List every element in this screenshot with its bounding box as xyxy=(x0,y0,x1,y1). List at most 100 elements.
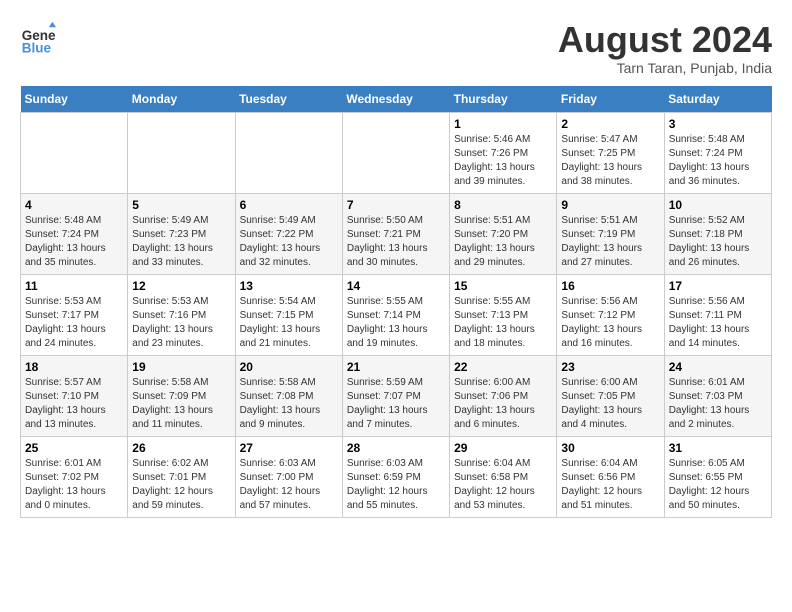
calendar-cell: 15 Sunrise: 5:55 AM Sunset: 7:13 PM Dayli… xyxy=(450,274,557,355)
day-info: Sunrise: 6:01 AM Sunset: 7:03 PM Dayligh… xyxy=(669,376,767,432)
day-number: 27 xyxy=(240,441,338,455)
calendar-cell: 6 Sunrise: 5:49 AM Sunset: 7:22 PM Daylig… xyxy=(235,193,342,274)
page-header: General Blue August 2024 Tarn Taran, Pun… xyxy=(20,20,772,76)
day-number: 23 xyxy=(561,360,659,374)
calendar-cell: 4 Sunrise: 5:48 AM Sunset: 7:24 PM Daylig… xyxy=(21,193,128,274)
day-number: 16 xyxy=(561,279,659,293)
calendar-cell: 31 Sunrise: 6:05 AM Sunset: 6:55 PM Dayli… xyxy=(664,436,771,517)
day-number: 11 xyxy=(25,279,123,293)
calendar-cell: 26Sunrise: 6:02 AM Sunset: 7:01 PM Dayli… xyxy=(128,436,235,517)
calendar-cell: 16 Sunrise: 5:56 AM Sunset: 7:12 PM Dayli… xyxy=(557,274,664,355)
weekday-header: Wednesday xyxy=(342,86,449,113)
day-number: 2 xyxy=(561,117,659,131)
calendar-cell: 2 Sunrise: 5:47 AM Sunset: 7:25 PM Daylig… xyxy=(557,112,664,193)
day-info: Sunrise: 6:03 AM Sunset: 7:00 PM Dayligh… xyxy=(240,457,338,513)
weekday-header: Friday xyxy=(557,86,664,113)
weekday-header: Sunday xyxy=(21,86,128,113)
calendar-week-row: 25 Sunrise: 6:01 AM Sunset: 7:02 PM Dayli… xyxy=(21,436,772,517)
calendar-cell: 12 Sunrise: 5:53 AM Sunset: 7:16 PM Dayli… xyxy=(128,274,235,355)
calendar-week-row: 11 Sunrise: 5:53 AM Sunset: 7:17 PM Dayli… xyxy=(21,274,772,355)
calendar-cell: 8Sunrise: 5:51 AM Sunset: 7:20 PM Daylig… xyxy=(450,193,557,274)
calendar-cell: 29 Sunrise: 6:04 AM Sunset: 6:58 PM Dayli… xyxy=(450,436,557,517)
day-info: Sunrise: 5:56 AM Sunset: 7:12 PM Dayligh… xyxy=(561,295,659,351)
day-number: 3 xyxy=(669,117,767,131)
title-block: August 2024 Tarn Taran, Punjab, India xyxy=(558,20,772,76)
day-number: 24 xyxy=(669,360,767,374)
calendar-cell: 17Sunrise: 5:56 AM Sunset: 7:11 PM Dayli… xyxy=(664,274,771,355)
day-number: 17 xyxy=(669,279,767,293)
day-info: Sunrise: 6:04 AM Sunset: 6:56 PM Dayligh… xyxy=(561,457,659,513)
day-number: 15 xyxy=(454,279,552,293)
day-number: 1 xyxy=(454,117,552,131)
weekday-header: Monday xyxy=(128,86,235,113)
day-info: Sunrise: 5:53 AM Sunset: 7:17 PM Dayligh… xyxy=(25,295,123,351)
calendar-cell: 14Sunrise: 5:55 AM Sunset: 7:14 PM Dayli… xyxy=(342,274,449,355)
calendar-cell: 1Sunrise: 5:46 AM Sunset: 7:26 PM Daylig… xyxy=(450,112,557,193)
calendar-cell: 18 Sunrise: 5:57 AM Sunset: 7:10 PM Dayli… xyxy=(21,355,128,436)
calendar-cell: 25 Sunrise: 6:01 AM Sunset: 7:02 PM Dayli… xyxy=(21,436,128,517)
day-number: 29 xyxy=(454,441,552,455)
day-info: Sunrise: 6:05 AM Sunset: 6:55 PM Dayligh… xyxy=(669,457,767,513)
calendar-cell: 7 Sunrise: 5:50 AM Sunset: 7:21 PM Daylig… xyxy=(342,193,449,274)
day-info: Sunrise: 5:55 AM Sunset: 7:13 PM Dayligh… xyxy=(454,295,552,351)
day-info: Sunrise: 5:54 AM Sunset: 7:15 PM Dayligh… xyxy=(240,295,338,351)
weekday-header: Thursday xyxy=(450,86,557,113)
day-info: Sunrise: 5:47 AM Sunset: 7:25 PM Dayligh… xyxy=(561,133,659,189)
day-info: Sunrise: 5:59 AM Sunset: 7:07 PM Dayligh… xyxy=(347,376,445,432)
calendar-week-row: 1Sunrise: 5:46 AM Sunset: 7:26 PM Daylig… xyxy=(21,112,772,193)
day-number: 7 xyxy=(347,198,445,212)
calendar-cell xyxy=(21,112,128,193)
day-info: Sunrise: 6:03 AM Sunset: 6:59 PM Dayligh… xyxy=(347,457,445,513)
calendar-cell: 22Sunrise: 6:00 AM Sunset: 7:06 PM Dayli… xyxy=(450,355,557,436)
day-number: 28 xyxy=(347,441,445,455)
day-number: 4 xyxy=(25,198,123,212)
day-number: 9 xyxy=(561,198,659,212)
calendar-cell: 23 Sunrise: 6:00 AM Sunset: 7:05 PM Dayli… xyxy=(557,355,664,436)
day-number: 30 xyxy=(561,441,659,455)
calendar-cell: 5Sunrise: 5:49 AM Sunset: 7:23 PM Daylig… xyxy=(128,193,235,274)
day-number: 5 xyxy=(132,198,230,212)
day-number: 10 xyxy=(669,198,767,212)
day-number: 21 xyxy=(347,360,445,374)
calendar-week-row: 18 Sunrise: 5:57 AM Sunset: 7:10 PM Dayli… xyxy=(21,355,772,436)
day-number: 19 xyxy=(132,360,230,374)
day-info: Sunrise: 6:00 AM Sunset: 7:06 PM Dayligh… xyxy=(454,376,552,432)
day-number: 20 xyxy=(240,360,338,374)
day-info: Sunrise: 6:01 AM Sunset: 7:02 PM Dayligh… xyxy=(25,457,123,513)
calendar-cell xyxy=(342,112,449,193)
day-info: Sunrise: 5:53 AM Sunset: 7:16 PM Dayligh… xyxy=(132,295,230,351)
day-info: Sunrise: 6:02 AM Sunset: 7:01 PM Dayligh… xyxy=(132,457,230,513)
calendar-cell: 21 Sunrise: 5:59 AM Sunset: 7:07 PM Dayli… xyxy=(342,355,449,436)
logo: General Blue xyxy=(20,20,56,56)
day-number: 31 xyxy=(669,441,767,455)
calendar-cell: 10 Sunrise: 5:52 AM Sunset: 7:18 PM Dayli… xyxy=(664,193,771,274)
day-info: Sunrise: 5:48 AM Sunset: 7:24 PM Dayligh… xyxy=(25,214,123,270)
day-info: Sunrise: 5:57 AM Sunset: 7:10 PM Dayligh… xyxy=(25,376,123,432)
day-info: Sunrise: 5:55 AM Sunset: 7:14 PM Dayligh… xyxy=(347,295,445,351)
location: Tarn Taran, Punjab, India xyxy=(558,60,772,76)
day-number: 6 xyxy=(240,198,338,212)
svg-text:Blue: Blue xyxy=(22,40,52,55)
day-number: 25 xyxy=(25,441,123,455)
day-number: 12 xyxy=(132,279,230,293)
day-info: Sunrise: 6:00 AM Sunset: 7:05 PM Dayligh… xyxy=(561,376,659,432)
day-info: Sunrise: 5:50 AM Sunset: 7:21 PM Dayligh… xyxy=(347,214,445,270)
calendar-cell: 9Sunrise: 5:51 AM Sunset: 7:19 PM Daylig… xyxy=(557,193,664,274)
day-info: Sunrise: 5:52 AM Sunset: 7:18 PM Dayligh… xyxy=(669,214,767,270)
day-number: 18 xyxy=(25,360,123,374)
calendar-cell xyxy=(235,112,342,193)
day-info: Sunrise: 5:49 AM Sunset: 7:22 PM Dayligh… xyxy=(240,214,338,270)
calendar-cell: 30 Sunrise: 6:04 AM Sunset: 6:56 PM Dayli… xyxy=(557,436,664,517)
weekday-header: Saturday xyxy=(664,86,771,113)
calendar-cell: 13 Sunrise: 5:54 AM Sunset: 7:15 PM Dayli… xyxy=(235,274,342,355)
day-info: Sunrise: 6:04 AM Sunset: 6:58 PM Dayligh… xyxy=(454,457,552,513)
calendar-table: SundayMondayTuesdayWednesdayThursdayFrid… xyxy=(20,86,772,518)
calendar-week-row: 4 Sunrise: 5:48 AM Sunset: 7:24 PM Daylig… xyxy=(21,193,772,274)
calendar-cell: 24 Sunrise: 6:01 AM Sunset: 7:03 PM Dayli… xyxy=(664,355,771,436)
month-title: August 2024 xyxy=(558,20,772,60)
day-info: Sunrise: 5:58 AM Sunset: 7:09 PM Dayligh… xyxy=(132,376,230,432)
day-number: 13 xyxy=(240,279,338,293)
day-info: Sunrise: 5:51 AM Sunset: 7:20 PM Dayligh… xyxy=(454,214,552,270)
logo-icon: General Blue xyxy=(20,20,56,56)
calendar-cell: 20Sunrise: 5:58 AM Sunset: 7:08 PM Dayli… xyxy=(235,355,342,436)
